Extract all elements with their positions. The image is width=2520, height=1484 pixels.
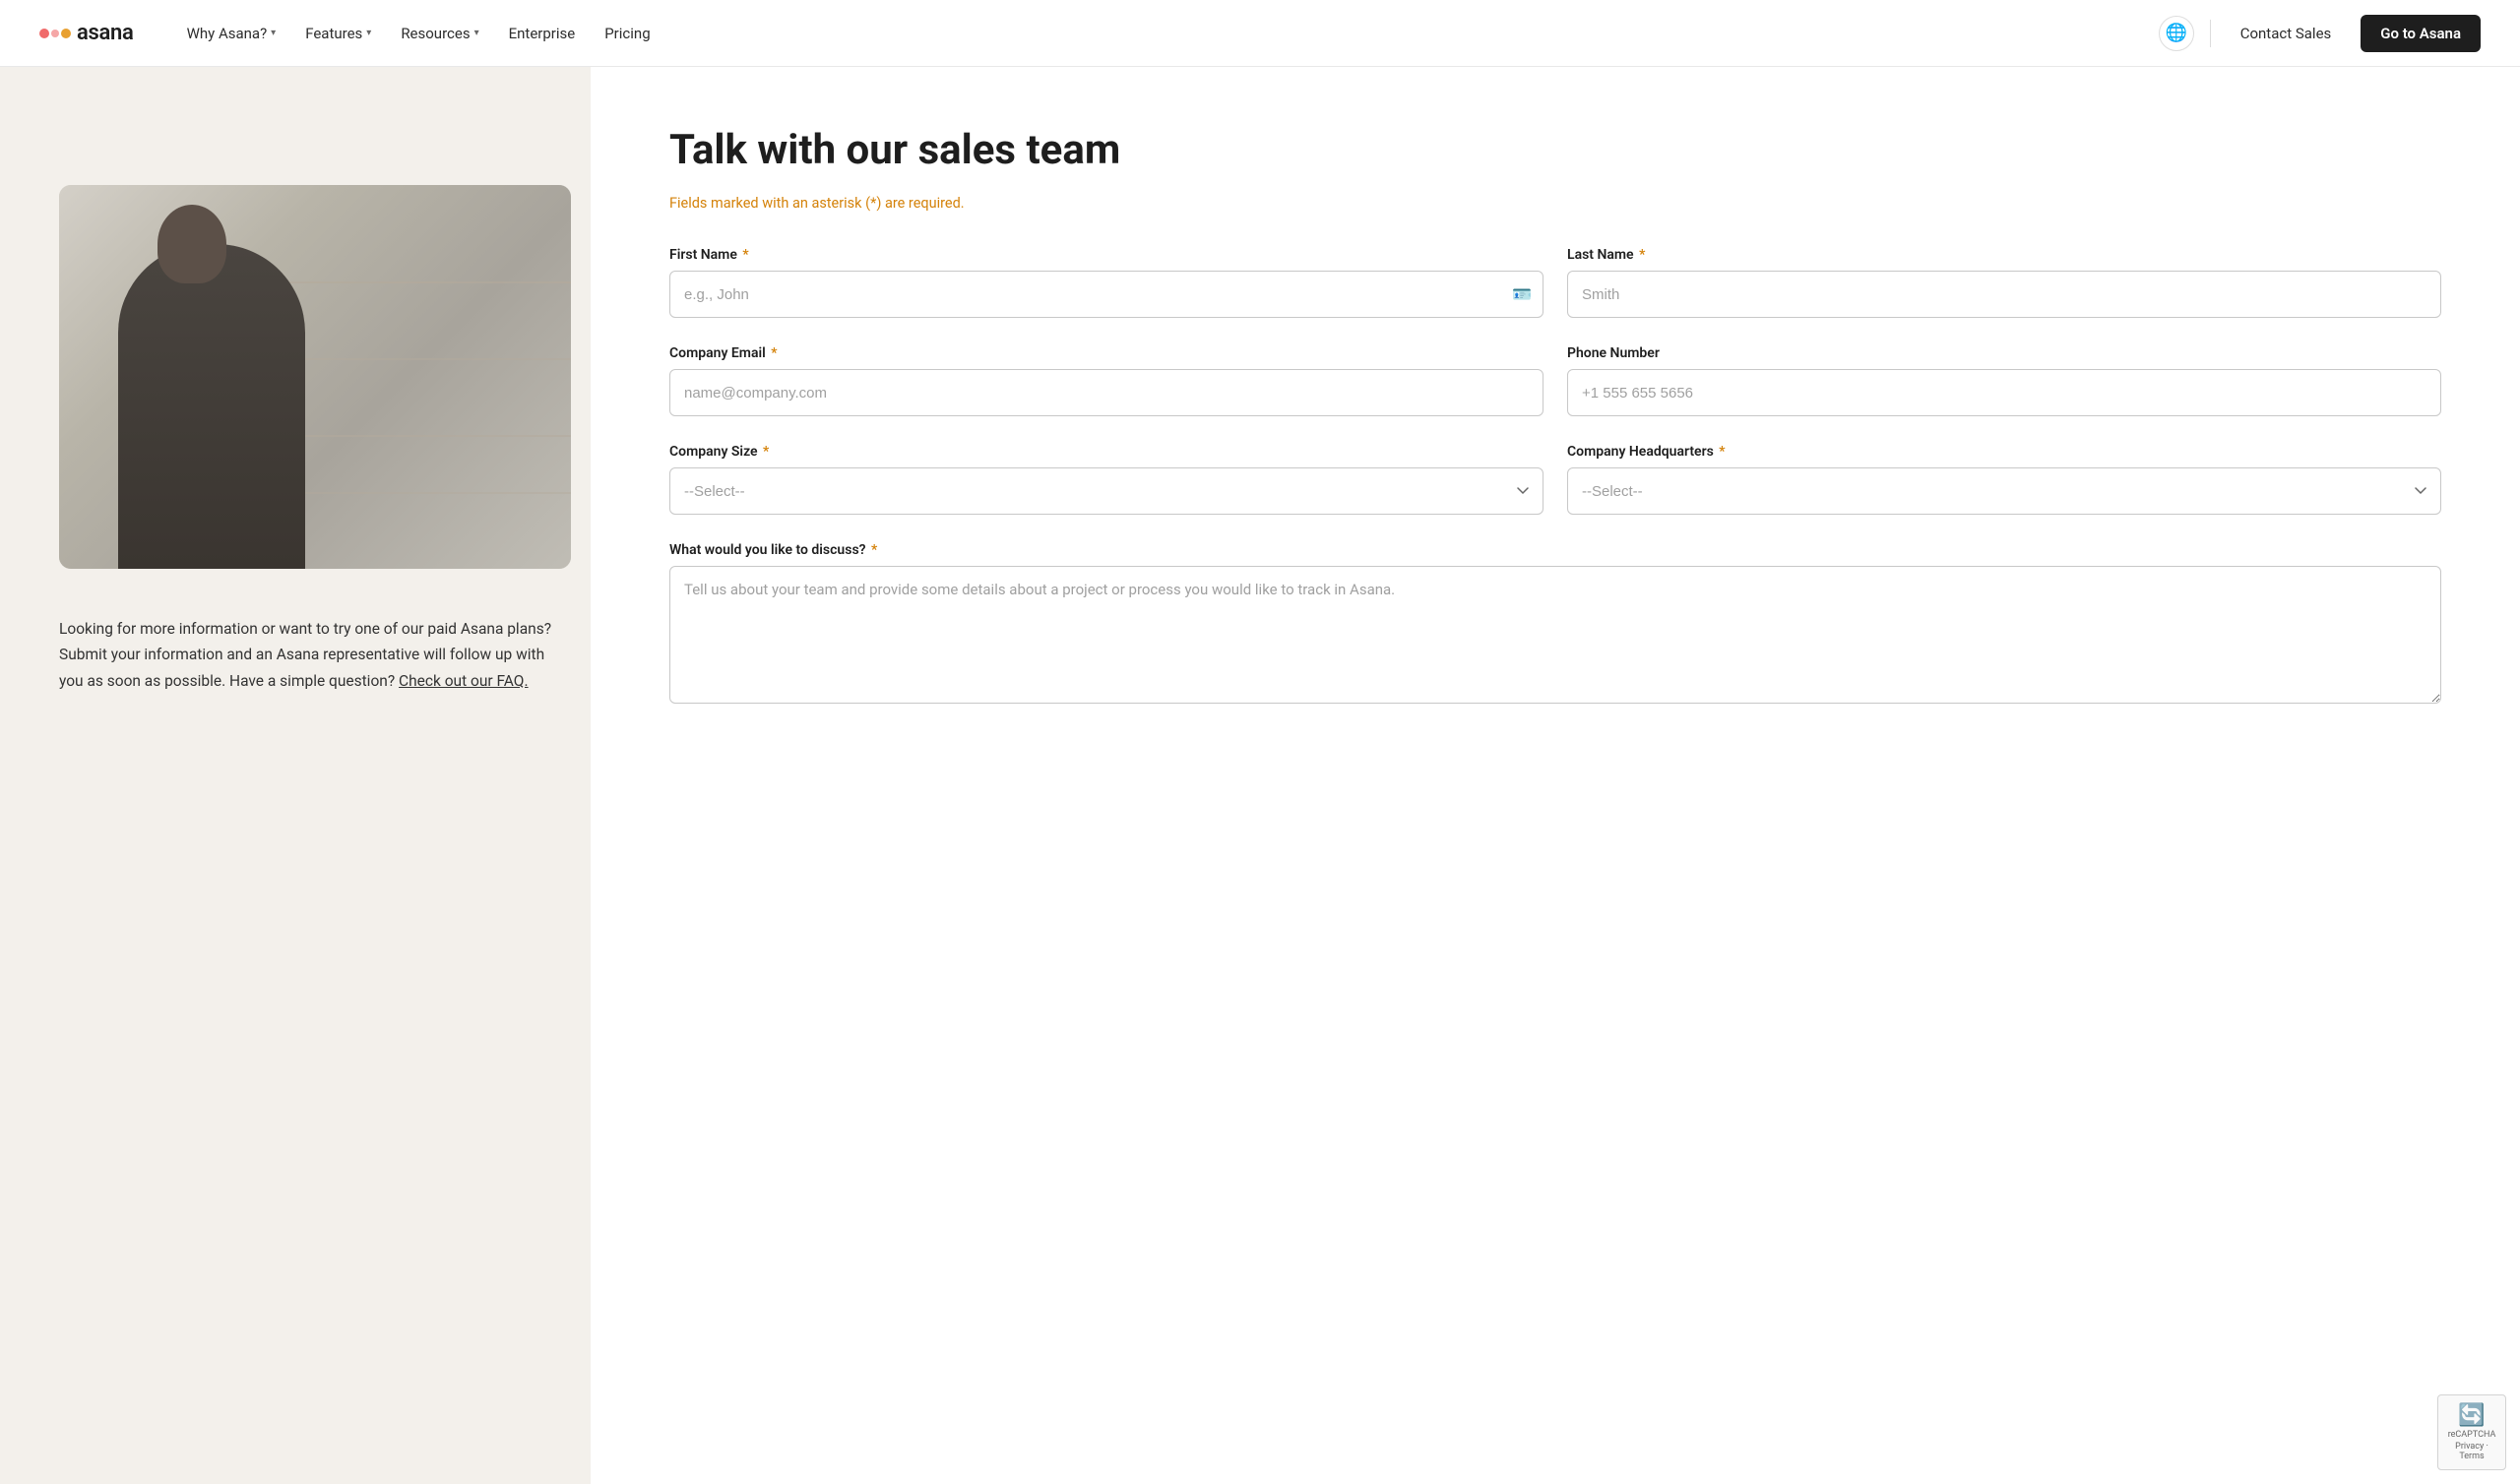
required-asterisk: *	[760, 444, 770, 460]
discuss-textarea[interactable]	[669, 566, 2441, 704]
nav-divider	[2210, 20, 2211, 47]
nav-link-why-asana[interactable]: Why Asana? ▾	[173, 17, 290, 50]
discuss-label: What would you like to discuss? *	[669, 542, 2441, 558]
contact-row: Company Email * Phone Number	[669, 345, 2441, 416]
hero-image-bg	[59, 185, 571, 569]
required-asterisk: *	[1636, 247, 1646, 263]
phone-input[interactable]	[1567, 369, 2441, 416]
recaptcha-label: reCAPTCHA	[2448, 1430, 2496, 1440]
required-asterisk: *	[868, 542, 878, 558]
nav-link-enterprise[interactable]: Enterprise	[495, 17, 590, 50]
nav-link-pricing[interactable]: Pricing	[591, 17, 663, 50]
go-to-asana-button[interactable]: Go to Asana	[2361, 15, 2481, 52]
chevron-down-icon: ▾	[366, 28, 371, 38]
nav-right: 🌐 Contact Sales Go to Asana	[2159, 15, 2481, 52]
company-row: Company Size * --Select-- 1-10 11-50 51-…	[669, 444, 2441, 515]
required-asterisk: *	[1716, 444, 1726, 460]
hero-image	[59, 185, 571, 569]
nav-links: Why Asana? ▾ Features ▾ Resources ▾ Ente…	[173, 17, 2159, 50]
chevron-down-icon: ▾	[271, 28, 276, 38]
first-name-input-wrapper: 🪪	[669, 271, 1544, 318]
logo-dots	[39, 29, 71, 38]
required-asterisk: *	[768, 345, 778, 361]
company-size-select[interactable]: --Select-- 1-10 11-50 51-200 201-500 501…	[669, 467, 1544, 515]
left-panel: Looking for more information or want to …	[0, 67, 591, 1484]
recaptcha-icon: 🔄	[2458, 1403, 2485, 1428]
last-name-group: Last Name *	[1567, 247, 2441, 318]
company-hq-group: Company Headquarters * --Select-- United…	[1567, 444, 2441, 515]
asana-logo[interactable]: asana	[39, 21, 134, 45]
last-name-label: Last Name *	[1567, 247, 2441, 263]
nav-link-resources[interactable]: Resources ▾	[387, 17, 492, 50]
phone-group: Phone Number	[1567, 345, 2441, 416]
right-panel: Talk with our sales team Fields marked w…	[591, 67, 2520, 1484]
email-group: Company Email *	[669, 345, 1544, 416]
main-layout: Looking for more information or want to …	[0, 67, 2520, 1484]
person-silhouette	[118, 244, 305, 569]
company-size-group: Company Size * --Select-- 1-10 11-50 51-…	[669, 444, 1544, 515]
logo-dot-red	[39, 29, 49, 38]
required-asterisk: *	[739, 247, 749, 263]
contact-sales-link[interactable]: Contact Sales	[2227, 17, 2346, 50]
person-head	[158, 205, 226, 283]
email-label: Company Email *	[669, 345, 1544, 361]
id-card-icon: 🪪	[1512, 285, 1532, 304]
nav-link-features[interactable]: Features ▾	[291, 17, 385, 50]
chevron-down-icon: ▾	[474, 28, 479, 38]
faq-link[interactable]: Check out our FAQ.	[399, 672, 529, 690]
left-description: Looking for more information or want to …	[59, 616, 571, 694]
required-note: Fields marked with an asterisk (*) are r…	[669, 195, 2441, 212]
company-hq-label: Company Headquarters *	[1567, 444, 2441, 460]
logo-text: asana	[77, 21, 134, 45]
recaptcha-badge: 🔄 reCAPTCHA Privacy · Terms	[2437, 1394, 2506, 1470]
first-name-group: First Name * 🪪	[669, 247, 1544, 318]
globe-icon[interactable]: 🌐	[2159, 16, 2194, 51]
logo-dot-orange	[61, 29, 71, 38]
last-name-input[interactable]	[1567, 271, 2441, 318]
name-row: First Name * 🪪 Last Name *	[669, 247, 2441, 318]
recaptcha-sub: Privacy · Terms	[2448, 1442, 2495, 1461]
phone-label: Phone Number	[1567, 345, 2441, 361]
first-name-label: First Name *	[669, 247, 1544, 263]
company-size-label: Company Size *	[669, 444, 1544, 460]
logo-dot-pink	[51, 30, 59, 37]
discuss-section: What would you like to discuss? *	[669, 542, 2441, 708]
email-input[interactable]	[669, 369, 1544, 416]
first-name-input[interactable]	[669, 271, 1544, 318]
form-title: Talk with our sales team	[669, 126, 2441, 175]
company-hq-select[interactable]: --Select-- United States United Kingdom …	[1567, 467, 2441, 515]
navigation: asana Why Asana? ▾ Features ▾ Resources …	[0, 0, 2520, 67]
